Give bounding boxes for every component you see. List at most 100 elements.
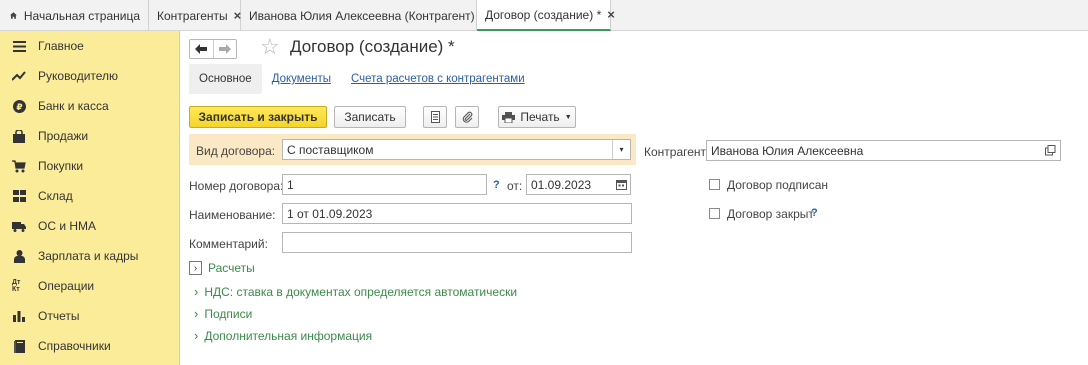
- contract-type-select[interactable]: С поставщиком ▾: [282, 139, 631, 160]
- section-label: Подписи: [204, 306, 253, 321]
- report-button[interactable]: [423, 106, 447, 128]
- document-list-icon: [430, 111, 440, 123]
- save-button[interactable]: Записать: [334, 106, 406, 128]
- cart-icon: [12, 159, 26, 173]
- truck-icon: [12, 219, 26, 233]
- counterparty-value: Иванова Юлия Алексеевна: [711, 143, 864, 158]
- home-icon: [10, 12, 17, 19]
- print-label: Печать: [520, 110, 560, 124]
- sidebar-item-warehouse[interactable]: Склад: [0, 181, 180, 211]
- sidebar-item-fixed-assets[interactable]: ОС и НМА: [0, 211, 180, 241]
- section-settlements[interactable]: › Расчеты: [189, 261, 255, 275]
- svg-text:₽: ₽: [16, 103, 22, 113]
- name-label: Наименование:: [189, 208, 276, 222]
- chevron-right-icon: ›: [194, 284, 199, 299]
- back-button[interactable]: [190, 40, 213, 58]
- trend-icon: [12, 69, 26, 83]
- warehouse-icon: [12, 189, 26, 203]
- sidebar-item-label: Отчеты: [38, 309, 80, 323]
- sidebar-item-label: Продажи: [38, 129, 89, 143]
- window-tab-bar: Начальная страница Контрагенты × Иванова…: [0, 0, 1088, 31]
- section-label: Расчеты: [208, 261, 255, 275]
- tab-main[interactable]: Основное: [189, 64, 262, 94]
- tab-counterparty-card[interactable]: Иванова Юлия Алексеевна (Контрагент) ×: [241, 0, 488, 31]
- sidebar-item-bank[interactable]: ₽ Банк и касса: [0, 91, 180, 121]
- chevron-right-icon: ›: [194, 306, 199, 321]
- chevron-right-icon: ›: [194, 328, 199, 343]
- close-icon[interactable]: ×: [607, 7, 615, 22]
- form-tabs: Основное Документы Счета расчетов с конт…: [189, 64, 535, 94]
- tab-counterparties[interactable]: Контрагенты ×: [149, 0, 241, 31]
- date-from-label: от:: [507, 179, 523, 193]
- sidebar-item-main[interactable]: Главное: [0, 31, 180, 61]
- tab-home[interactable]: Начальная страница: [0, 0, 149, 31]
- bar-chart-icon: [12, 309, 26, 323]
- sidebar-item-label: Руководителю: [38, 69, 119, 83]
- signed-label: Договор подписан: [727, 178, 829, 192]
- sidebar-item-label: Справочники: [38, 339, 111, 353]
- tab-counterparty-card-label: Иванова Юлия Алексеевна (Контрагент): [249, 8, 475, 23]
- open-link-icon[interactable]: [1045, 145, 1056, 159]
- save-and-close-button[interactable]: Записать и закрыть: [189, 106, 327, 128]
- print-button[interactable]: Печать ▼: [498, 106, 576, 128]
- book-icon: [12, 339, 26, 353]
- star-icon[interactable]: ☆: [260, 34, 280, 60]
- contract-type-label: Вид договора:: [196, 144, 276, 158]
- sidebar-item-directories[interactable]: Справочники: [0, 331, 180, 361]
- comment-label: Комментарий:: [189, 237, 268, 251]
- person-icon: [12, 249, 26, 263]
- closed-checkbox[interactable]: [709, 208, 720, 219]
- section-signatures[interactable]: › Подписи: [194, 306, 252, 321]
- dt-kt-icon: Дт Кт: [12, 279, 21, 293]
- sidebar-item-purchases[interactable]: Покупки: [0, 151, 180, 181]
- sidebar-item-salary[interactable]: Зарплата и кадры: [0, 241, 180, 271]
- tab-home-label: Начальная страница: [23, 8, 140, 23]
- ruble-icon: ₽: [12, 99, 26, 113]
- calendar-icon[interactable]: [616, 179, 627, 193]
- section-additional-info[interactable]: › Дополнительная информация: [194, 328, 372, 343]
- printer-icon: [502, 111, 516, 123]
- section-label: Дополнительная информация: [204, 328, 373, 343]
- counterparty-field[interactable]: Иванова Юлия Алексеевна: [706, 140, 1061, 161]
- dropdown-button[interactable]: ▾: [612, 140, 630, 159]
- sidebar-item-reports[interactable]: Отчеты: [0, 301, 180, 331]
- bag-icon: [12, 129, 26, 143]
- tab-accounts[interactable]: Счета расчетов с контрагентами: [341, 64, 535, 94]
- sidebar-item-label: Покупки: [38, 159, 84, 173]
- attach-button[interactable]: [455, 106, 479, 128]
- comment-field[interactable]: [282, 232, 632, 253]
- help-icon[interactable]: ?: [811, 207, 818, 219]
- closed-label: Договор закрыт: [727, 207, 814, 221]
- section-label: НДС: ставка в документах определяется ав…: [204, 284, 518, 299]
- paperclip-icon: [462, 111, 472, 123]
- sidebar-item-operations[interactable]: Дт Кт Операции: [0, 271, 180, 301]
- sidebar-item-label: Склад: [38, 189, 73, 203]
- name-field[interactable]: 1 от 01.09.2023: [282, 203, 632, 224]
- sidebar-item-label: Главное: [38, 39, 84, 53]
- tab-documents[interactable]: Документы: [262, 64, 341, 94]
- chevron-down-icon: ▼: [564, 113, 572, 121]
- contract-type-value: С поставщиком: [287, 142, 374, 157]
- history-nav: [189, 39, 237, 59]
- number-field[interactable]: 1: [282, 174, 487, 195]
- sidebar-item-label: Зарплата и кадры: [38, 249, 139, 263]
- help-icon[interactable]: ?: [493, 179, 500, 191]
- tab-contract-create[interactable]: Договор (создание) * ×: [477, 0, 615, 31]
- sidebar-item-sales[interactable]: Продажи: [0, 121, 180, 151]
- date-field[interactable]: 01.09.2023: [526, 174, 631, 195]
- sidebar-item-label: ОС и НМА: [38, 219, 97, 233]
- tab-contract-create-label: Договор (создание) *: [485, 7, 602, 22]
- chevron-right-icon: ›: [189, 261, 202, 275]
- number-label: Номер договора:: [189, 179, 284, 193]
- sidebar-item-label: Операции: [38, 279, 95, 293]
- contract-form: ☆ Договор (создание) * Основное Документ…: [181, 31, 1088, 365]
- menu-icon: [12, 39, 26, 53]
- forward-button[interactable]: [212, 40, 237, 58]
- section-vat[interactable]: › НДС: ставка в документах определяется …: [194, 284, 517, 299]
- page-title: Договор (создание) *: [290, 37, 455, 56]
- chevron-down-icon: ▾: [619, 145, 624, 154]
- sidebar-item-manager[interactable]: Руководителю: [0, 61, 180, 91]
- number-value: 1: [287, 177, 294, 192]
- signed-checkbox[interactable]: [709, 179, 720, 190]
- tab-counterparties-label: Контрагенты: [157, 8, 228, 23]
